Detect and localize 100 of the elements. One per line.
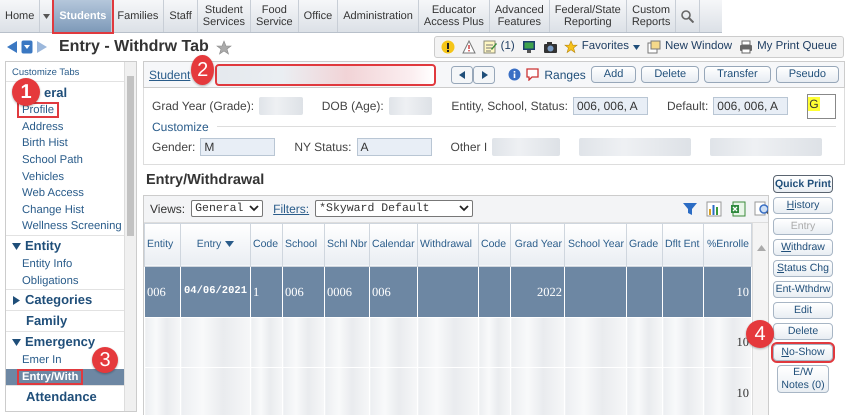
star-icon [564,40,578,54]
sidebar-item[interactable]: Entity Info [6,256,78,273]
action-button[interactable]: Ent-Wthdrw [773,280,833,298]
action-button[interactable]: Delete [773,322,833,340]
favorites-button[interactable]: Favorites [564,38,640,56]
column-header[interactable]: School [282,223,324,267]
column-header[interactable]: Code [478,223,510,267]
action-button[interactable]: Edit [773,302,833,319]
nav-tab[interactable]: Student Services [198,0,251,32]
action-button[interactable]: No-Show [773,344,833,361]
action-button[interactable]: History [773,196,833,214]
star-icon[interactable] [216,40,232,54]
action-button[interactable]: E/W Notes (0) [777,364,829,393]
filter-dropdown[interactable]: *Skyward Default [315,200,474,218]
flag-box: G [807,94,836,119]
column-header[interactable]: Entry [180,223,250,267]
nav-tab[interactable]: Families [112,0,164,32]
student-name-field[interactable] [216,66,434,84]
scroll-up-icon [757,244,766,251]
student-link[interactable]: Student [149,66,190,84]
expand-triangle-icon [12,296,21,305]
window-icon [646,40,661,54]
column-header[interactable]: Dflt Ent [662,223,704,267]
filter-icon[interactable] [682,200,698,217]
nav-tab[interactable]: Home [0,0,40,32]
toolbar-button[interactable]: Delete [641,66,700,83]
sidebar-item[interactable]: School Path [6,152,89,169]
nav-tab[interactable]: Educator Access Plus [418,0,490,32]
sidebar-item[interactable]: Vehicles [6,168,70,186]
column-header[interactable]: School Year [564,223,626,267]
page-title: Entry - Withdrw Tab [59,37,209,57]
action-button[interactable]: Withdraw [773,238,833,256]
caret-icon [249,205,260,212]
camera-icon[interactable] [542,40,557,54]
speech-bubble-icon[interactable] [526,68,540,81]
field-value: 006, 006, A [713,97,788,115]
notes-button[interactable]: (1) [482,38,515,56]
spreadsheet-export-icon[interactable] [730,200,746,217]
sidebar-item[interactable]: Web Access [6,185,90,202]
toolbar-button[interactable]: Pseudo [776,66,839,83]
field-label: Grad Year (Grade): [152,98,254,115]
field-label: Default: [666,98,708,115]
magnifier-icon[interactable] [754,200,768,218]
sidebar-section[interactable]: 1 eral [6,81,124,102]
history-dropdown-icon[interactable] [21,40,33,54]
sidebar-item[interactable]: Address [6,118,70,136]
alert-icon[interactable] [440,40,455,54]
column-header[interactable]: %Enrolle [704,223,752,267]
warning-icon[interactable] [462,40,476,54]
column-header[interactable]: Entity [144,223,180,267]
new-window-button[interactable]: New Window [646,38,732,56]
search-icon[interactable] [681,10,694,22]
nav-tab[interactable]: Staff [164,0,198,32]
scrollbar[interactable] [124,62,136,411]
caret-icon [632,44,640,50]
column-header[interactable]: Grade [626,223,662,267]
column-header[interactable]: Code [250,223,282,267]
nav-tab[interactable]: Custom Reports [626,0,676,32]
callout-marker: 2 [191,54,214,84]
column-header[interactable]: Grad Year [510,223,564,267]
field-label: Other I [450,139,488,156]
back-arrow-icon[interactable] [6,40,18,54]
filters-link[interactable]: Filters: [273,200,310,218]
field-label: DOB (Age): [322,98,384,115]
nav-tab[interactable]: Office [298,0,338,32]
collapse-triangle-icon [12,242,21,250]
sidebar-item[interactable]: Wellness Screening [6,218,128,235]
caret-icon [459,205,470,212]
nav-tab[interactable]: Federal/State Reporting [550,0,627,32]
toolbar-button[interactable]: Add [590,66,636,83]
toolbar-button[interactable]: Transfer [704,66,771,83]
column-header[interactable]: Withdrawal [418,223,478,267]
column-header[interactable]: Schl Nbr [324,223,370,267]
table-cell: 006 [370,266,418,318]
sidebar-item[interactable]: Birth Hist [6,135,74,152]
action-button[interactable]: Status Chg [773,260,833,277]
field-label: Gender: [152,139,196,156]
sidebar-item[interactable]: Obligations [6,272,85,290]
monitor-icon[interactable] [522,40,536,54]
views-dropdown[interactable]: General [191,200,264,218]
nav-tab[interactable]: Administration [338,0,419,32]
dropdown-caret-icon[interactable] [43,14,50,18]
nav-tab[interactable]: Advanced Features [490,0,550,32]
field-value: 006, 006, A [572,97,648,115]
sidebar-item[interactable]: Change Hist [6,202,90,218]
table-cell: 2022 [510,266,564,318]
info-icon[interactable] [508,68,522,81]
ranges-link[interactable]: Ranges [544,66,586,84]
table-cell: 10 [704,368,752,415]
bar-chart-icon[interactable] [706,200,722,217]
sidebar-item[interactable]: Emer In [6,352,68,369]
nav-tab[interactable]: Food Service [250,0,299,32]
column-header[interactable]: Calendar [370,223,418,267]
sidebar-item[interactable]: Entry/With [6,368,124,386]
notepad-icon [482,40,497,54]
action-button[interactable]: Quick Print [773,174,833,193]
collapse-triangle-icon [12,338,21,347]
customize-link[interactable]: Customize [152,118,209,136]
views-label: Views: [150,200,186,218]
print-button[interactable]: My Print Queue [739,38,837,56]
